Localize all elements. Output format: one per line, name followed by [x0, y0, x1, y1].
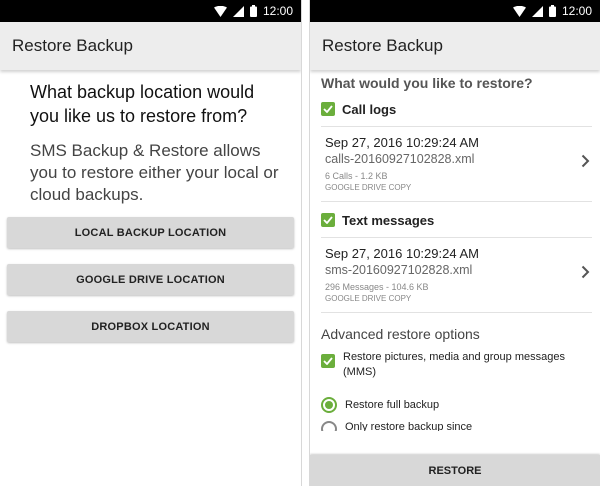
backup-source: GOOGLE DRIVE COPY [325, 294, 412, 303]
restore-since-radio[interactable] [321, 421, 337, 431]
call-logs-toggle[interactable]: Call logs [321, 98, 592, 120]
restore-full-radio[interactable] [321, 397, 337, 413]
intro: What backup location would you like us t… [0, 70, 301, 206]
signal-icon [232, 5, 244, 17]
battery-icon [249, 5, 257, 17]
restore-button[interactable]: RESTORE [310, 455, 600, 486]
wifi-icon [512, 5, 526, 17]
call-logs-label: Call logs [342, 101, 397, 117]
text-messages-toggle[interactable]: Text messages [321, 209, 592, 231]
mms-label: Restore pictures, media and group messag… [343, 351, 565, 378]
backup-source: GOOGLE DRIVE COPY [325, 183, 412, 192]
chevron-right-icon[interactable] [581, 265, 590, 279]
location-question: What backup location would you like us t… [30, 82, 255, 126]
battery-icon [548, 5, 556, 17]
status-bar: 12:00 [310, 0, 600, 22]
restore-since-option[interactable]: Only restore backup since [321, 421, 592, 431]
backup-date: Sep 27, 2016 10:29:24 AM [325, 246, 479, 261]
left-screen: 12:00 Restore Backup What backup locatio… [0, 0, 302, 486]
restore-section-title: What would you like to restore? [321, 75, 533, 91]
restore-full-option[interactable]: Restore full backup [321, 397, 592, 413]
app-title: Restore Backup [322, 36, 443, 55]
chevron-right-icon[interactable] [581, 154, 590, 168]
dropbox-location-button[interactable]: DROPBOX LOCATION [7, 311, 294, 342]
advanced-options-title: Advanced restore options [321, 326, 480, 342]
backup-date: Sep 27, 2016 10:29:24 AM [325, 135, 479, 150]
google-drive-location-button[interactable]: GOOGLE DRIVE LOCATION [7, 264, 294, 295]
wifi-icon [213, 5, 227, 17]
mms-toggle[interactable]: Restore pictures, media and group messag… [321, 350, 592, 380]
app-bar: Restore Backup [0, 22, 301, 70]
call-logs-checkbox[interactable] [321, 102, 335, 116]
restore-full-label: Restore full backup [345, 399, 440, 411]
check-icon [323, 105, 333, 113]
check-icon [323, 216, 333, 224]
restore-options: What would you like to restore? Call log… [310, 75, 600, 431]
text-messages-label: Text messages [342, 212, 435, 228]
app-bar: Restore Backup [310, 22, 600, 70]
backup-meta: 6 Calls - 1.2 KB [325, 171, 388, 181]
restore-since-label: Only restore backup since [345, 421, 473, 431]
text-messages-checkbox[interactable] [321, 213, 335, 227]
app-title: Restore Backup [12, 36, 133, 55]
backup-filename: sms-20160927102828.xml [325, 263, 473, 277]
text-messages-backup-entry[interactable]: Sep 27, 2016 10:29:24 AM sms-20160927102… [321, 237, 592, 313]
signal-icon [531, 5, 543, 17]
check-icon [323, 357, 333, 365]
mms-checkbox[interactable] [321, 354, 335, 368]
backup-filename: calls-20160927102828.xml [325, 152, 475, 166]
clock: 12:00 [262, 4, 293, 18]
clock: 12:00 [561, 4, 592, 18]
call-logs-backup-entry[interactable]: Sep 27, 2016 10:29:24 AM calls-201609271… [321, 126, 592, 202]
location-description: SMS Backup & Restore allows you to resto… [30, 141, 279, 204]
local-backup-location-button[interactable]: LOCAL BACKUP LOCATION [7, 217, 294, 248]
status-bar: 12:00 [0, 0, 301, 22]
right-screen: 12:00 Restore Backup What would you like… [309, 0, 600, 486]
backup-meta: 296 Messages - 104.6 KB [325, 282, 429, 292]
